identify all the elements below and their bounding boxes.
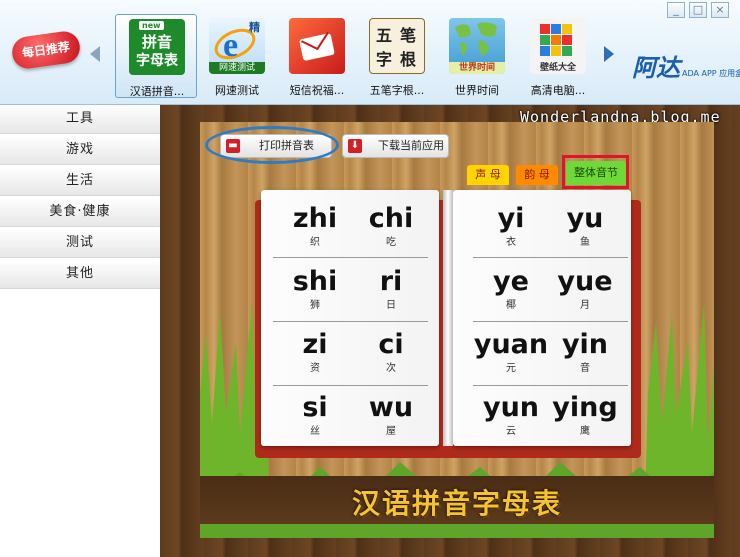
syllable-card[interactable]: zi 资: [275, 328, 355, 376]
sidebar-item-life[interactable]: 生活: [0, 167, 160, 196]
sms-icon: [289, 18, 345, 74]
download-app-button[interactable]: ⬇ 下载当前应用: [342, 134, 449, 158]
ie-icon: e 精 网速测试: [209, 18, 265, 74]
sidebar-item-tools[interactable]: 工具: [0, 105, 160, 134]
sidebar-item-tests[interactable]: 测试: [0, 229, 160, 258]
row-divider: [273, 257, 428, 258]
app-label: 世界时间: [455, 84, 499, 97]
ada-logo: 阿达 ADA APP 应用盒子: [632, 54, 740, 82]
row-divider: [273, 385, 428, 386]
banner-title: 汉语拼音字母表: [351, 487, 562, 520]
sidebar-item-games[interactable]: 游戏: [0, 136, 160, 165]
syllable-card[interactable]: yun 云: [471, 391, 551, 439]
syllable-card[interactable]: zhi 织: [275, 202, 355, 250]
app-label: 短信祝福...: [289, 84, 345, 97]
syllable-card[interactable]: yi 衣: [471, 202, 551, 250]
app-sms-blessing[interactable]: 短信祝福...: [276, 14, 358, 98]
daily-recommend-badge: 每日推荐: [10, 29, 82, 71]
row-divider: [273, 321, 428, 322]
syllable-book: zhi 织 chi 吃 shi 狮 ri 日 zi 资 ci 次 si 丝 wu 屋 yi 衣 y…: [253, 180, 643, 460]
svg-text:e: e: [223, 27, 238, 64]
app-speed-test[interactable]: e 精 网速测试 网速测试: [196, 14, 278, 98]
syllable-card[interactable]: ri 日: [351, 265, 431, 313]
syllable-card[interactable]: ying 鹰: [545, 391, 625, 439]
title-banner: 汉语拼音字母表: [200, 476, 714, 524]
download-icon: ⬇: [348, 139, 362, 153]
world-map-icon: 世界时间: [449, 18, 505, 74]
book-spine: [443, 190, 453, 446]
app-wubi[interactable]: 五 笔 字 根 五笔字根...: [356, 14, 438, 98]
app-label: 五笔字根...: [369, 84, 425, 97]
syllable-card[interactable]: yue 月: [545, 265, 625, 313]
row-divider: [473, 321, 628, 322]
app-toolbar: _ □ × 每日推荐 new 拼音 字母表 汉语拼音... e 精 网速测试 网…: [0, 0, 740, 105]
scroll-right-icon[interactable]: [604, 46, 614, 62]
maximize-button[interactable]: □: [689, 2, 707, 18]
row-divider: [473, 385, 628, 386]
syllable-card[interactable]: chi 吃: [351, 202, 431, 250]
row-divider: [473, 257, 628, 258]
sidebar-item-other[interactable]: 其他: [0, 260, 160, 289]
envelope-icon: [299, 31, 335, 61]
syllable-card[interactable]: shi 狮: [275, 265, 355, 313]
category-sidebar: 工具 游戏 生活 美食·健康 测试 其他: [0, 105, 160, 557]
rubik-cube-icon: [540, 24, 572, 56]
pinyin-icon: new 拼音 字母表: [129, 19, 185, 75]
syllable-card[interactable]: yin 音: [545, 328, 625, 376]
scroll-left-icon[interactable]: [90, 46, 100, 62]
syllable-card[interactable]: yu 鱼: [545, 202, 625, 250]
syllable-card[interactable]: yuan 元: [471, 328, 551, 376]
highlight-oval: [205, 126, 339, 164]
app-wallpapers[interactable]: 壁纸大全 高清电脑...: [517, 14, 599, 98]
map-icon: [455, 22, 497, 56]
app-world-time[interactable]: 世界时间 世界时间: [436, 14, 518, 98]
minimize-button[interactable]: _: [667, 2, 685, 18]
app-label: 高清电脑...: [530, 84, 586, 97]
syllable-card[interactable]: si 丝: [275, 391, 355, 439]
sidebar-item-food-health[interactable]: 美食·健康: [0, 198, 160, 227]
syllable-card[interactable]: ci 次: [351, 328, 431, 376]
close-button[interactable]: ×: [711, 2, 729, 18]
cube-icon: 壁纸大全: [530, 18, 586, 74]
app-label: 汉语拼音...: [129, 85, 185, 98]
app-pinyin[interactable]: new 拼音 字母表 汉语拼音...: [115, 14, 197, 98]
wubi-icon: 五 笔 字 根: [369, 18, 425, 74]
syllable-card[interactable]: ye 椰: [471, 265, 551, 313]
app-label: 网速测试: [215, 84, 259, 97]
syllable-card[interactable]: wu 屋: [351, 391, 431, 439]
